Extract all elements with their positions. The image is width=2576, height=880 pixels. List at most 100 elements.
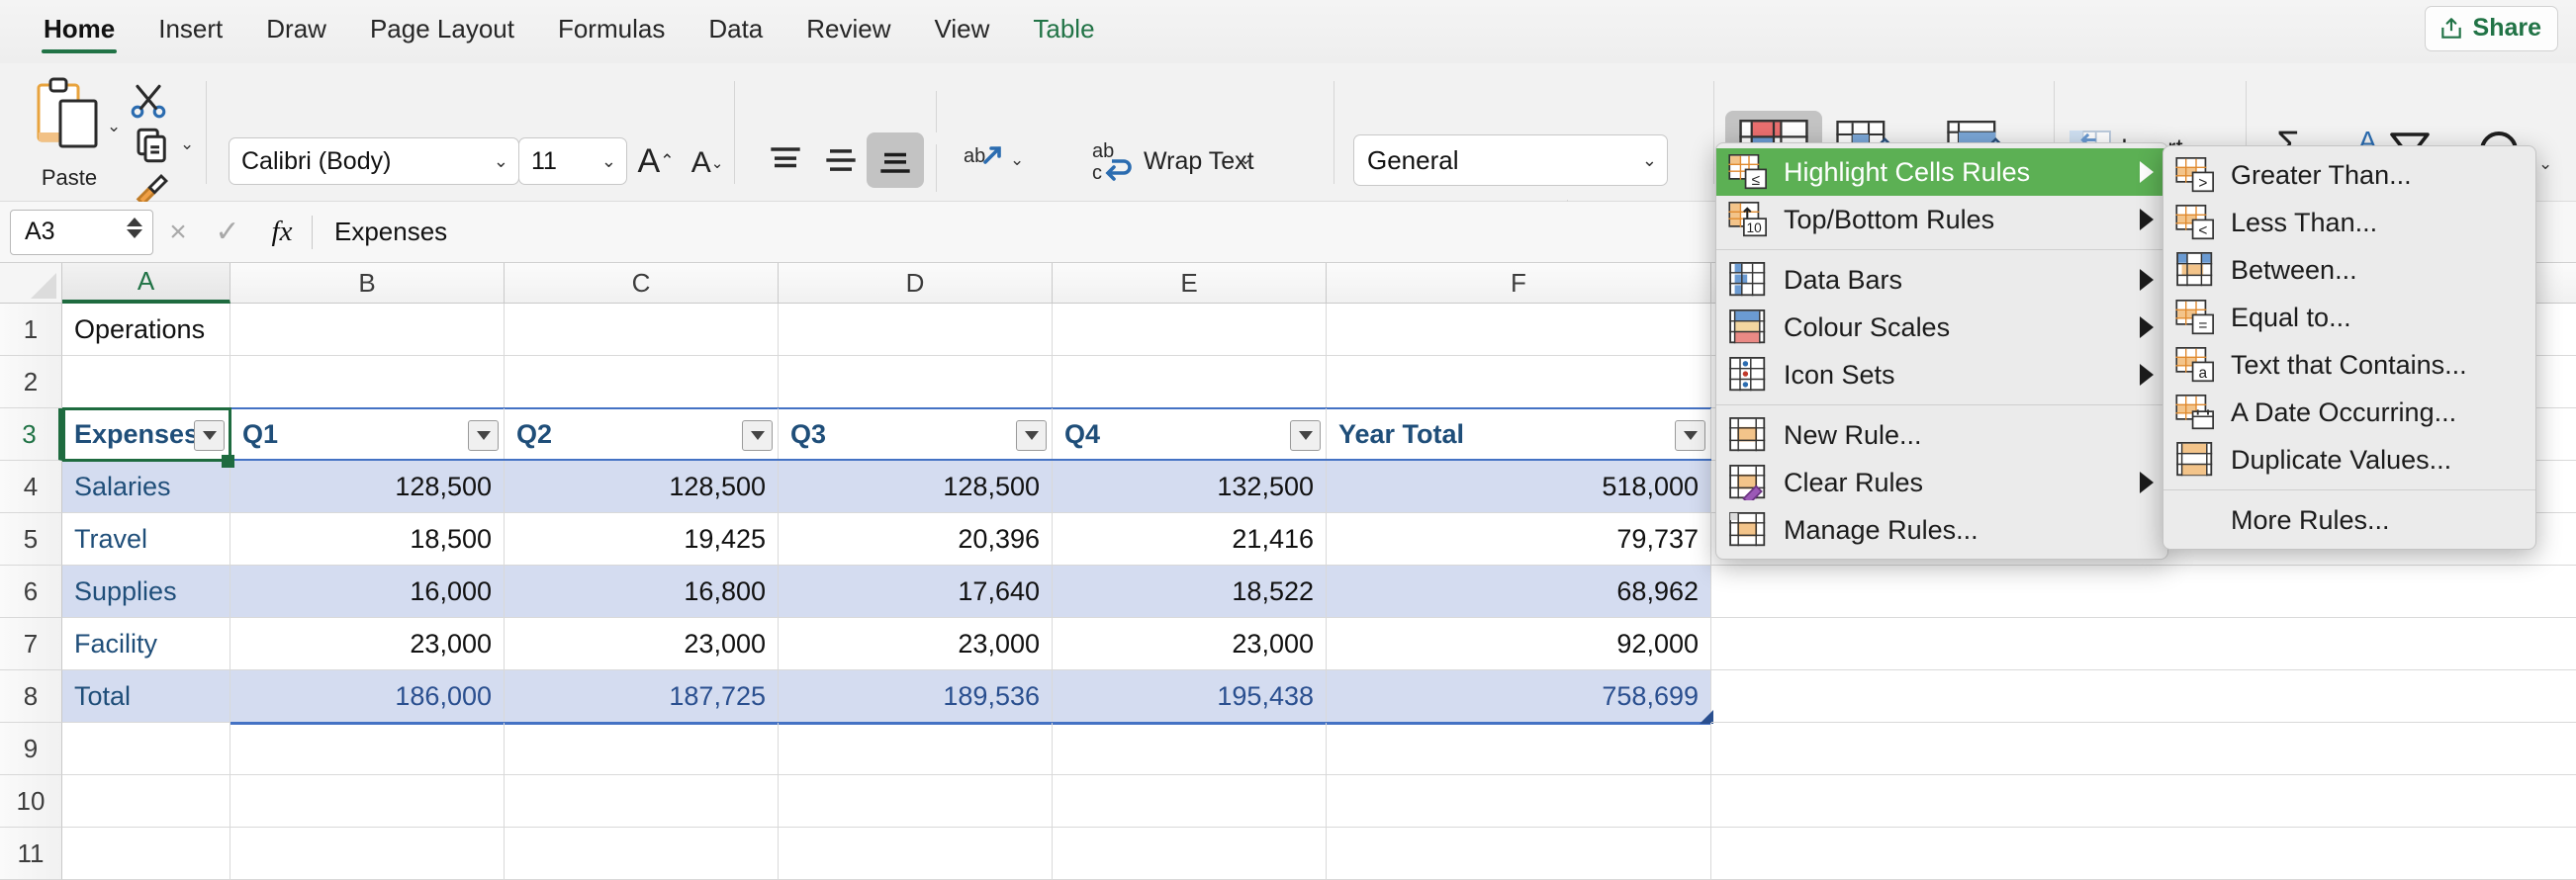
cell-C10[interactable] xyxy=(505,775,779,828)
menu-item-top-bottom-rules[interactable]: 10 Top/Bottom Rules xyxy=(1716,196,2167,243)
row-header-11[interactable]: 11 xyxy=(0,828,62,880)
cell-B3[interactable]: Q1 xyxy=(230,408,505,461)
orientation-icon[interactable]: ab xyxy=(958,136,1005,184)
cell-F8[interactable]: 758,699 xyxy=(1327,670,1711,723)
wrap-text-dropdown-caret[interactable]: ⌄ xyxy=(1239,149,1252,169)
row-header-3[interactable]: 3 xyxy=(0,408,62,461)
cell-C3[interactable]: Q2 xyxy=(505,408,779,461)
cell-G10[interactable] xyxy=(1711,775,2576,828)
select-all-corner[interactable] xyxy=(0,263,62,304)
cell-B9[interactable] xyxy=(230,723,505,775)
cell-F5[interactable]: 79,737 xyxy=(1327,513,1711,566)
cell-E1[interactable] xyxy=(1053,304,1327,356)
cell-B6[interactable]: 16,000 xyxy=(230,566,505,618)
row-header-2[interactable]: 2 xyxy=(0,356,62,408)
cell-E9[interactable] xyxy=(1053,723,1327,775)
cell-F2[interactable] xyxy=(1327,356,1711,408)
filter-button-q4[interactable] xyxy=(1290,420,1321,451)
cell-D5[interactable]: 20,396 xyxy=(779,513,1053,566)
submenu-item-between[interactable]: Between... xyxy=(2163,246,2535,294)
find-dropdown-caret[interactable]: ⌄ xyxy=(2538,154,2552,174)
row-header-7[interactable]: 7 xyxy=(0,618,62,670)
decrease-font-size-button[interactable]: A ⌄ xyxy=(685,140,730,186)
cell-C5[interactable]: 19,425 xyxy=(505,513,779,566)
filter-button-q3[interactable] xyxy=(1016,420,1047,451)
filter-button-q1[interactable] xyxy=(468,420,499,451)
cell-B5[interactable]: 18,500 xyxy=(230,513,505,566)
cell-A2[interactable] xyxy=(62,356,230,408)
cell-F11[interactable] xyxy=(1327,828,1711,880)
cell-G8[interactable] xyxy=(1711,670,2576,723)
filter-button-q2[interactable] xyxy=(742,420,773,451)
cell-F10[interactable] xyxy=(1327,775,1711,828)
row-header-10[interactable]: 10 xyxy=(0,775,62,828)
cell-E8[interactable]: 195,438 xyxy=(1053,670,1327,723)
cancel-edit-icon[interactable]: × xyxy=(153,216,203,249)
row-header-4[interactable]: 4 xyxy=(0,461,62,513)
column-header-C[interactable]: C xyxy=(505,263,779,304)
align-bottom-button[interactable] xyxy=(867,132,924,188)
cell-F4[interactable]: 518,000 xyxy=(1327,461,1711,513)
cell-C6[interactable]: 16,800 xyxy=(505,566,779,618)
cell-D3[interactable]: Q3 xyxy=(779,408,1053,461)
cell-C7[interactable]: 23,000 xyxy=(505,618,779,670)
cell-B11[interactable] xyxy=(230,828,505,880)
cell-G6[interactable] xyxy=(1711,566,2576,618)
number-format-select[interactable]: General ⌄ xyxy=(1353,134,1668,186)
menu-item-highlight-cells-rules[interactable]: ≤ Highlight Cells Rules xyxy=(1716,148,2167,196)
cell-B2[interactable] xyxy=(230,356,505,408)
row-header-6[interactable]: 6 xyxy=(0,566,62,618)
submenu-item-a-date-occurring[interactable]: A Date Occurring... xyxy=(2163,389,2535,436)
cell-F9[interactable] xyxy=(1327,723,1711,775)
cell-D8[interactable]: 189,536 xyxy=(779,670,1053,723)
cell-B1[interactable] xyxy=(230,304,505,356)
cell-A5[interactable]: Travel xyxy=(62,513,230,566)
cell-C4[interactable]: 128,500 xyxy=(505,461,779,513)
wrap-text-label[interactable]: Wrap Text xyxy=(1144,147,1254,176)
cell-G7[interactable] xyxy=(1711,618,2576,670)
cell-F1[interactable] xyxy=(1327,304,1711,356)
cell-C2[interactable] xyxy=(505,356,779,408)
cell-G11[interactable] xyxy=(1711,828,2576,880)
row-header-1[interactable]: 1 xyxy=(0,304,62,356)
cell-D11[interactable] xyxy=(779,828,1053,880)
align-top-icon[interactable] xyxy=(764,138,807,182)
cell-B7[interactable]: 23,000 xyxy=(230,618,505,670)
menu-item-new-rule[interactable]: New Rule... xyxy=(1716,411,2167,459)
orientation-dropdown-caret[interactable]: ⌄ xyxy=(1010,150,1024,170)
menu-item-manage-rules[interactable]: Manage Rules... xyxy=(1716,506,2167,554)
cell-F7[interactable]: 92,000 xyxy=(1327,618,1711,670)
cell-C11[interactable] xyxy=(505,828,779,880)
cell-B10[interactable] xyxy=(230,775,505,828)
name-box[interactable]: A3 xyxy=(10,209,153,255)
cell-B8[interactable]: 186,000 xyxy=(230,670,505,723)
tab-view[interactable]: View xyxy=(913,0,1012,63)
cell-A4[interactable]: Salaries xyxy=(62,461,230,513)
cell-D9[interactable] xyxy=(779,723,1053,775)
cell-A1[interactable]: Operations xyxy=(62,304,230,356)
copy-icon[interactable] xyxy=(132,125,173,166)
cell-A11[interactable] xyxy=(62,828,230,880)
cell-C8[interactable]: 187,725 xyxy=(505,670,779,723)
column-header-B[interactable]: B xyxy=(230,263,505,304)
share-button[interactable]: Share xyxy=(2424,6,2558,51)
submenu-item-less-than[interactable]: < Less Than... xyxy=(2163,199,2535,246)
column-header-A[interactable]: A xyxy=(62,263,230,304)
menu-item-icon-sets[interactable]: Icon Sets xyxy=(1716,351,2167,398)
filter-button-year-total[interactable] xyxy=(1675,420,1705,451)
cell-F3[interactable]: Year Total xyxy=(1327,408,1711,461)
submenu-item-text-that-contains[interactable]: a Text that Contains... xyxy=(2163,341,2535,389)
cell-B4[interactable]: 128,500 xyxy=(230,461,505,513)
paste-dropdown-caret[interactable]: ⌄ xyxy=(107,117,121,136)
menu-item-data-bars[interactable]: Data Bars xyxy=(1716,256,2167,304)
cell-E10[interactable] xyxy=(1053,775,1327,828)
menu-item-colour-scales[interactable]: Colour Scales xyxy=(1716,304,2167,351)
cell-A7[interactable]: Facility xyxy=(62,618,230,670)
tab-insert[interactable]: Insert xyxy=(137,0,244,63)
column-header-F[interactable]: F xyxy=(1327,263,1711,304)
cell-E11[interactable] xyxy=(1053,828,1327,880)
cell-E2[interactable] xyxy=(1053,356,1327,408)
align-middle-icon[interactable] xyxy=(819,138,863,182)
wrap-text-icon[interactable]: ab c xyxy=(1088,135,1136,185)
submenu-item-more-rules[interactable]: More Rules... xyxy=(2163,496,2535,544)
